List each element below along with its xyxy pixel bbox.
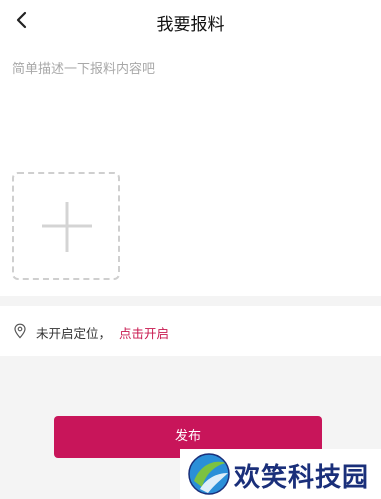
location-row: 未开启定位， 点击开启	[0, 306, 381, 356]
watermark: 欢笑科技园	[180, 449, 381, 499]
top-bar: 我要报料	[0, 0, 381, 44]
location-status-text: 未开启定位，	[36, 326, 112, 341]
page-title: 我要报料	[156, 15, 225, 35]
description-input[interactable]	[12, 58, 367, 158]
map-pin-icon	[14, 323, 26, 339]
enable-location-link[interactable]: 点击开启	[119, 323, 169, 342]
plus-icon	[42, 202, 92, 252]
watermark-text: 欢笑科技园	[234, 463, 370, 493]
add-photo-button[interactable]	[12, 172, 120, 280]
watermark-logo	[188, 453, 230, 495]
compose-section	[0, 44, 381, 296]
